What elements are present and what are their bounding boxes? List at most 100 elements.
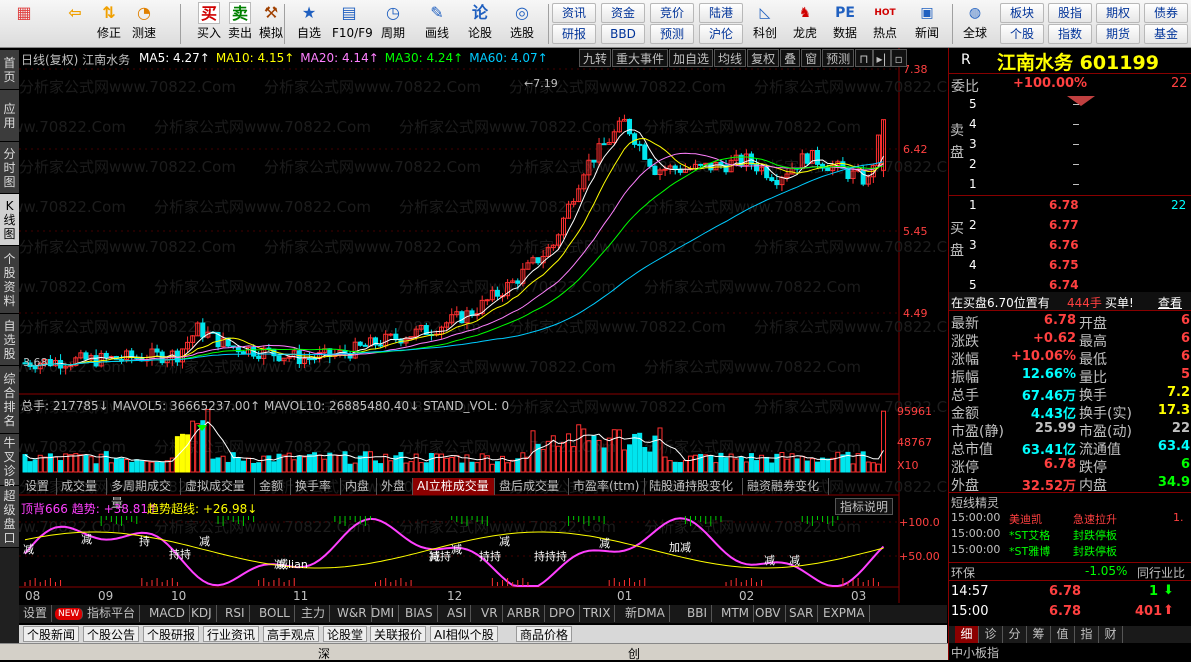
left-tab-7[interactable]: 牛叉诊股 [0, 434, 19, 492]
lock-icon[interactable]: ⊓ [855, 49, 873, 67]
volume-tab-2[interactable]: 多周期成交量 [107, 478, 181, 510]
left-tab-2[interactable]: 分时图 [0, 142, 19, 194]
toolbar-1-market-top-button[interactable]: 股指 [1048, 3, 1092, 23]
left-tab-1[interactable]: 应用 [0, 90, 19, 142]
toolbar-hot-button[interactable]: HOT 热点 [866, 2, 904, 46]
news-tab-6[interactable]: 关联报价 [370, 626, 427, 642]
toolbar-3-bottom-button[interactable]: 沪伦 [699, 24, 743, 44]
toolbar-pencil-button[interactable]: ✎ 画线 [420, 2, 454, 46]
toolbar-3-market-top-button[interactable]: 债券 [1144, 3, 1188, 23]
toolbar-3-top-button[interactable]: 陆港 [699, 3, 743, 23]
kline-button-5[interactable]: 叠 [780, 49, 801, 67]
toolbar-globe-button[interactable]: ◍ 全球 [956, 2, 994, 46]
maximize-icon[interactable]: ▫ [890, 49, 907, 67]
indicator-tab-0[interactable]: 设置 [19, 605, 53, 622]
indicator-tab-13[interactable]: ARBR [503, 605, 546, 622]
indicator-tab-2[interactable]: 指标平台 [83, 605, 141, 622]
toolbar-0-bottom-button[interactable]: 研报 [552, 24, 596, 44]
indicator-tab-21[interactable]: EXPMA [819, 605, 870, 622]
side-tab-1[interactable]: 诊 [979, 626, 1003, 643]
side-tab-6[interactable]: 财 [1099, 626, 1123, 643]
volume-tab-9[interactable]: 盘后成交量 [495, 478, 569, 495]
volume-tab-4[interactable]: 金额 [255, 478, 291, 495]
kline-button-0[interactable]: 九转 [579, 49, 612, 67]
indicator-tab-20[interactable]: SAR [785, 605, 819, 622]
indicator-tab-15[interactable]: TRIX [579, 605, 616, 622]
toolbar-0-market-bottom-button[interactable]: 个股 [1000, 24, 1044, 44]
indicator-tab-5[interactable]: RSI [221, 605, 250, 622]
volume-tab-12[interactable]: 融资融券变化 [743, 478, 829, 495]
bid-alert[interactable]: 在买盘6.70位置有 444手 买单! 查看 [949, 292, 1191, 310]
left-tab-5[interactable]: 自选股 [0, 314, 19, 366]
sell-order-row[interactable]: 5 [949, 95, 1191, 113]
sell-order-row[interactable]: 1 [949, 175, 1191, 193]
side-tab-3[interactable]: 筹 [1027, 626, 1051, 643]
indicator-tab-9[interactable]: DMI [367, 605, 400, 622]
short-elf-row[interactable]: 15:00:00 *ST艾格 封跌停板 [949, 526, 1191, 542]
toolbar-select-stock-button[interactable]: ◎ 选股 [505, 2, 539, 46]
side-tab-0[interactable]: 细 [955, 626, 979, 643]
toolbar-f10-button[interactable]: ▤ F10/F9 [332, 2, 373, 46]
toolbar-hammer-button[interactable]: ⚒ 模拟 [254, 2, 288, 46]
toolbar-up-down-arrows-button[interactable]: ⇅ 修正 [92, 2, 126, 46]
left-tab-6[interactable]: 综合排名 [0, 366, 19, 434]
volume-tab-0[interactable]: 设置 [21, 478, 57, 495]
volume-tab-11[interactable]: 陆股通持股变化 [645, 478, 743, 495]
toolbar-dragon-button[interactable]: ♞ 龙虎 [786, 2, 824, 46]
sell-order-row[interactable]: 3 [949, 135, 1191, 153]
expand-right-icon[interactable]: ▸| [872, 49, 891, 67]
kline-svg[interactable]: 7.386.425.454.49分析家公式网www.70822.Com 分析家公式… [19, 48, 947, 625]
indicator-tab-11[interactable]: ASI [443, 605, 472, 622]
toolbar-3-market-bottom-button[interactable]: 基金 [1144, 24, 1188, 44]
toolbar-star-button[interactable]: ★ 自选 [292, 2, 326, 46]
toolbar-chart-button[interactable]: ◺ 科创 [746, 2, 784, 46]
toolbar-talk-button[interactable]: 论论股 [463, 2, 497, 46]
indicator-tab-4[interactable]: KDJ [187, 605, 217, 622]
toolbar-pe-button[interactable]: PE 数据 [826, 2, 864, 46]
toolbar-1-bottom-button[interactable]: BBD [601, 24, 645, 44]
toolbar-2-market-top-button[interactable]: 期权 [1096, 3, 1140, 23]
toolbar-0-top-button[interactable]: 资讯 [552, 3, 596, 23]
volume-tab-8[interactable]: AI立桩成交量 [413, 478, 495, 495]
toolbar-0-market-top-button[interactable]: 板块 [1000, 3, 1044, 23]
kline-button-3[interactable]: 均线 [714, 49, 747, 67]
toolbar-back-arrow-button[interactable]: ⇦ [55, 2, 95, 46]
news-tab-1[interactable]: 个股公告 [83, 626, 140, 642]
indicator-tab-12[interactable]: VR [477, 605, 503, 622]
indicator-tab-18[interactable]: MTM [717, 605, 755, 622]
indicator-tab-1[interactable]: NEW [55, 608, 84, 620]
toolbar-windows-grid-button[interactable]: ▦ [4, 2, 44, 46]
industry-compare-link[interactable]: 同行业比 [1137, 564, 1185, 581]
indicator-tab-19[interactable]: OBV [751, 605, 786, 622]
volume-tab-5[interactable]: 换手率 [291, 478, 341, 495]
short-elf-row[interactable]: 15:00:00 *ST雅博 封跌停板 [949, 542, 1191, 558]
toolbar-sell-button[interactable]: 卖卖出 [223, 2, 257, 46]
indicator-tab-3[interactable]: MACD [145, 605, 190, 622]
sell-order-row[interactable]: 2 [949, 155, 1191, 173]
indicator-tab-14[interactable]: DPO [545, 605, 580, 622]
news-tab-8[interactable]: 商品价格 [516, 626, 573, 642]
indicator-tab-7[interactable]: 主力 [297, 605, 331, 622]
indicator-tab-6[interactable]: BOLL [255, 605, 295, 622]
left-tab-0[interactable]: 首页 [0, 50, 19, 90]
left-tab-4[interactable]: 个股资料 [0, 246, 19, 314]
side-tab-2[interactable]: 分 [1003, 626, 1027, 643]
kline-button-4[interactable]: 复权 [747, 49, 780, 67]
left-tab-8[interactable]: 超级盘口 [0, 486, 19, 548]
kline-button-6[interactable]: 窗 [801, 49, 822, 67]
left-tab-3[interactable]: K线图 [0, 194, 19, 246]
sell-order-row[interactable]: 4 [949, 115, 1191, 133]
toolbar-2-market-bottom-button[interactable]: 期货 [1096, 24, 1140, 44]
buy-order-row[interactable]: 3 6.76 [949, 236, 1191, 254]
buy-order-row[interactable]: 2 6.77 [949, 216, 1191, 234]
volume-tab-3[interactable]: 虚拟成交量 [181, 478, 255, 495]
buy-order-row[interactable]: 4 6.75 [949, 256, 1191, 274]
volume-tab-7[interactable]: 外盘 [377, 478, 413, 495]
news-tab-3[interactable]: 行业资讯 [203, 626, 260, 642]
toolbar-buy-button[interactable]: 买买入 [192, 2, 226, 46]
indicator-tab-16[interactable]: 新DMA [621, 605, 670, 622]
toolbar-speed-gauge-button[interactable]: ◔ 测速 [127, 2, 161, 46]
side-tab-5[interactable]: 指 [1075, 626, 1099, 643]
news-tab-7[interactable]: AI相似个股 [430, 626, 498, 642]
short-elf-row[interactable]: 15:00:00 美迪凯 急速拉升 1. [949, 510, 1191, 526]
